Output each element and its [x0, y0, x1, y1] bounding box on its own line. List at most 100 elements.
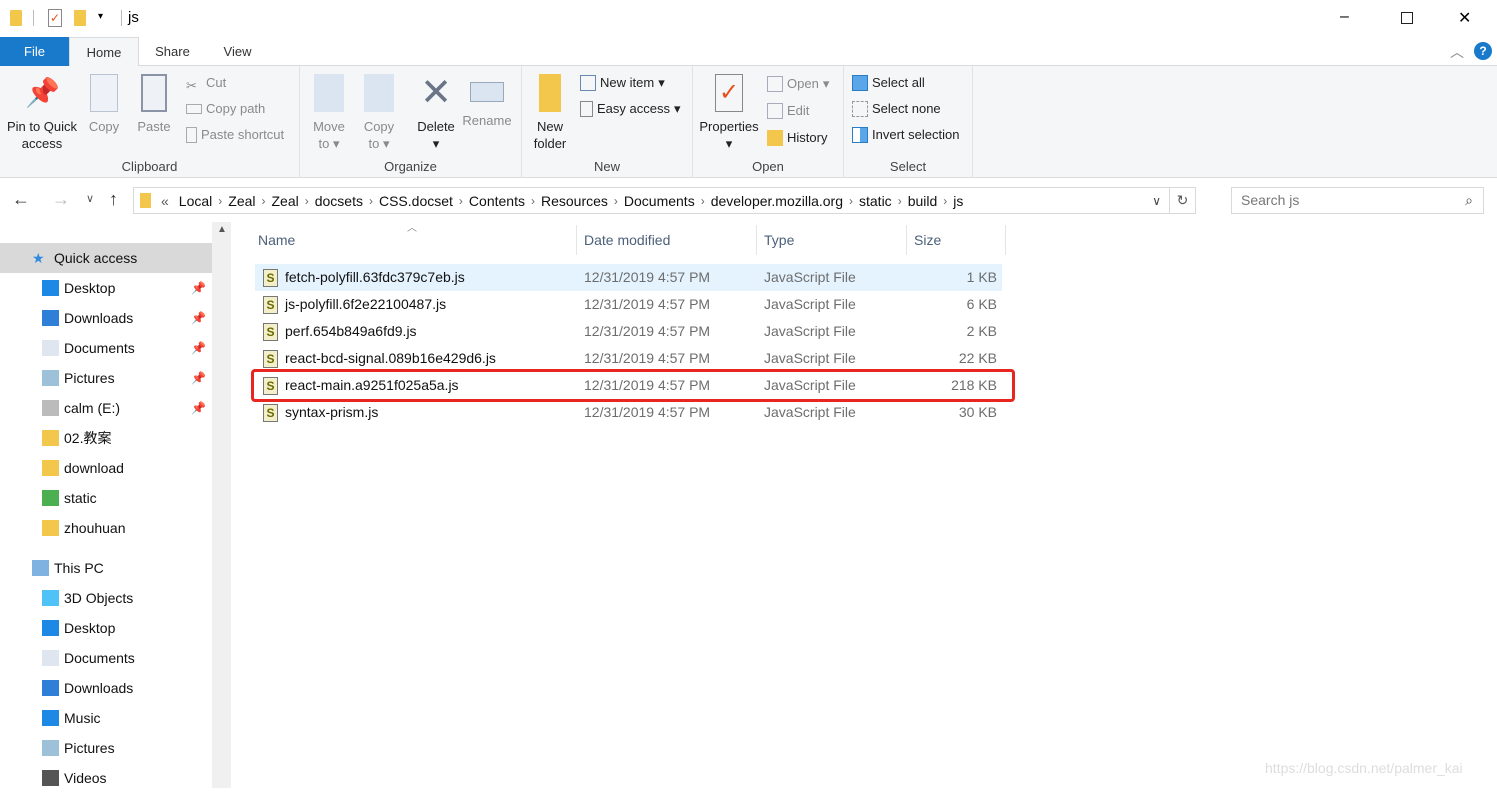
nav-pc-item[interactable]: Documents: [0, 643, 212, 673]
customize-qat-icon[interactable]: ▾: [98, 11, 103, 22]
nav-this-pc[interactable]: This PC: [0, 553, 212, 583]
nav-quick-item[interactable]: download: [0, 453, 212, 483]
copy-button[interactable]: Copy: [84, 66, 124, 135]
column-header-size[interactable]: Size: [907, 225, 1006, 255]
address-bar[interactable]: « Local › Zeal › Zeal › docsets › CSS.docset › Con…: [133, 187, 1196, 214]
pin-icon[interactable]: 📌: [191, 333, 206, 363]
pin-icon[interactable]: 📌: [191, 393, 206, 423]
refresh-button[interactable]: ↻: [1169, 188, 1195, 213]
back-button[interactable]: ←: [12, 189, 30, 210]
address-history-dropdown[interactable]: ∨: [1152, 194, 1161, 208]
new-group-label: New: [593, 159, 620, 174]
file-row[interactable]: Ssyntax-prism.js 12/31/2019 4:57 PM JavaSc…: [255, 399, 1002, 426]
breadcrumb-overflow[interactable]: «: [157, 193, 173, 209]
up-button[interactable]: ↑: [109, 189, 118, 210]
breadcrumb-item[interactable]: Local: [173, 193, 218, 209]
breadcrumb: Local › Zeal › Zeal › docsets › CSS.docset › Conte…: [173, 193, 970, 209]
tab-file[interactable]: File: [0, 37, 69, 66]
pin-icon[interactable]: 📌: [191, 273, 206, 303]
pin-to-quick-access-button[interactable]: 📌 Pin to Quick access: [4, 66, 80, 152]
file-row[interactable]: Sreact-bcd-signal.089b16e429d6.js 12/31/2…: [255, 345, 1002, 372]
invert-selection-button[interactable]: Invert selection: [852, 124, 959, 146]
breadcrumb-item[interactable]: docsets: [309, 193, 369, 209]
delete-button[interactable]: ✕ Delete ▾: [414, 66, 458, 152]
nav-quick-item[interactable]: Downloads 📌: [0, 303, 212, 333]
maximize-icon[interactable]: [1401, 12, 1413, 24]
open-button[interactable]: Open ▾: [767, 73, 829, 95]
help-icon[interactable]: ?: [1474, 42, 1492, 60]
history-icon: [767, 130, 783, 146]
nav-pc-item[interactable]: Music: [0, 703, 212, 733]
history-button[interactable]: History: [767, 127, 827, 149]
column-header-name[interactable]: Name: [251, 225, 577, 255]
forward-button[interactable]: →: [52, 189, 70, 210]
copy-path-button[interactable]: Copy path: [186, 98, 265, 120]
breadcrumb-item[interactable]: Resources: [535, 193, 614, 209]
pin-icon[interactable]: 📌: [191, 363, 206, 393]
collapse-ribbon-icon[interactable]: ︿: [1450, 42, 1464, 62]
new-item-button[interactable]: New item ▾: [580, 72, 665, 94]
folder-icon: [42, 430, 59, 446]
nav-quick-item[interactable]: Desktop 📌: [0, 273, 212, 303]
highlight-box: [251, 369, 1015, 402]
properties-button[interactable]: ✓ Properties ▾: [697, 66, 761, 152]
paste-shortcut-button[interactable]: Paste shortcut: [186, 124, 284, 146]
nav-scrollbar[interactable]: ▲: [212, 222, 231, 788]
nav-quick-access[interactable]: ★ Quick access: [0, 243, 212, 273]
breadcrumb-item[interactable]: Documents: [618, 193, 701, 209]
breadcrumb-item[interactable]: Contents: [463, 193, 531, 209]
new-folder-button[interactable]: New folder: [530, 66, 570, 152]
pin-icon[interactable]: 📌: [191, 303, 206, 333]
nav-pc-item[interactable]: Downloads: [0, 673, 212, 703]
breadcrumb-item[interactable]: js: [947, 193, 969, 209]
minimize-button[interactable]: –: [1340, 8, 1349, 26]
breadcrumb-item[interactable]: Zeal: [266, 193, 305, 209]
file-row[interactable]: Sfetch-polyfill.63fdc379c7eb.js 12/31/201…: [255, 264, 1002, 291]
calm-e-icon: [42, 400, 59, 416]
nav-pc-item[interactable]: Videos: [0, 763, 212, 793]
tab-view[interactable]: View: [210, 37, 265, 66]
tab-share[interactable]: Share: [145, 37, 200, 66]
scroll-up-icon[interactable]: ▲: [217, 224, 227, 235]
recent-locations-icon[interactable]: ∨: [86, 192, 94, 205]
column-header-type[interactable]: Type: [757, 225, 907, 255]
ribbon-tabs: File Home Share View ︿ ?: [0, 37, 1497, 67]
nav-quick-item[interactable]: Pictures 📌: [0, 363, 212, 393]
open-group-label: Open: [752, 159, 784, 174]
nav-pc-item[interactable]: Desktop: [0, 613, 212, 643]
select-none-button[interactable]: Select none: [852, 98, 941, 120]
edit-button[interactable]: Edit: [767, 100, 809, 122]
nav-quick-item[interactable]: calm (E:) 📌: [0, 393, 212, 423]
breadcrumb-item[interactable]: static: [853, 193, 898, 209]
nav-quick-item[interactable]: zhouhuan: [0, 513, 212, 543]
file-row[interactable]: Sjs-polyfill.6f2e22100487.js 12/31/2019 4…: [255, 291, 1002, 318]
paste-button[interactable]: Paste: [134, 66, 174, 135]
nav-item-label: zhouhuan: [64, 520, 126, 536]
nav-item-label: Pictures: [64, 740, 115, 756]
select-all-button[interactable]: Select all: [852, 72, 925, 94]
nav-pc-item[interactable]: Pictures: [0, 733, 212, 763]
nav-item-label: Documents: [64, 340, 135, 356]
breadcrumb-item[interactable]: Zeal: [222, 193, 261, 209]
documents-icon: [42, 340, 59, 356]
tab-home[interactable]: Home: [69, 37, 139, 67]
close-button[interactable]: ✕: [1458, 8, 1471, 28]
nav-item-label: 02.教案: [64, 430, 112, 446]
nav-pc-item[interactable]: 3D Objects: [0, 583, 212, 613]
easy-access-button[interactable]: Easy access ▾: [580, 98, 681, 120]
column-header-date[interactable]: Date modified: [577, 225, 757, 255]
copy-to-button[interactable]: Copy to ▾: [358, 66, 400, 152]
search-input[interactable]: Search js ⌕: [1231, 187, 1484, 214]
breadcrumb-item[interactable]: CSS.docset: [373, 193, 459, 209]
nav-quick-item[interactable]: Documents 📌: [0, 333, 212, 363]
move-to-button[interactable]: Move to ▾: [308, 66, 350, 152]
nav-quick-item[interactable]: static: [0, 483, 212, 513]
nav-quick-item[interactable]: 02.教案: [0, 423, 212, 453]
breadcrumb-item[interactable]: build: [902, 193, 944, 209]
rename-button[interactable]: Rename: [462, 66, 512, 129]
new-folder-quick-icon[interactable]: [74, 10, 86, 26]
cut-button[interactable]: ✂ Cut: [186, 72, 226, 94]
properties-quick-icon[interactable]: ✓: [48, 9, 62, 27]
file-row[interactable]: Sperf.654b849a6fd9.js 12/31/2019 4:57 PM J…: [255, 318, 1002, 345]
breadcrumb-item[interactable]: developer.mozilla.org: [705, 193, 849, 209]
